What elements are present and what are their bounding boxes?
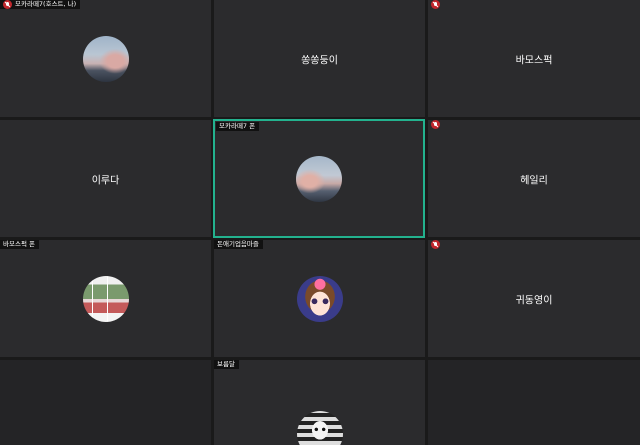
mic-muted-icon bbox=[431, 240, 440, 249]
mic-muted-icon bbox=[431, 120, 440, 129]
participant-display-name: 이루다 bbox=[91, 175, 120, 186]
participant-display-name: 귀동영이 bbox=[515, 295, 553, 306]
video-tile-active-speaker[interactable]: 모카라떼7 폰 bbox=[213, 119, 425, 238]
avatar bbox=[296, 275, 343, 322]
participant-display-name: 바모스퍽 bbox=[515, 55, 553, 66]
avatar bbox=[82, 275, 129, 322]
empty-grid-cell bbox=[428, 360, 640, 445]
video-tile-bamoseupeok[interactable]: 바모스퍽 bbox=[428, 0, 640, 117]
avatar bbox=[296, 411, 343, 445]
mic-muted-icon bbox=[431, 0, 440, 9]
participant-label bbox=[428, 240, 444, 249]
participant-label: 보름달 bbox=[214, 360, 239, 369]
participant-display-name: 쏭쏭둥이 bbox=[301, 55, 338, 66]
avatar bbox=[296, 155, 342, 202]
video-tile-boreumdal[interactable]: 보름달 bbox=[214, 360, 425, 445]
empty-grid-cell bbox=[0, 360, 211, 445]
video-tile-bamoseupeok-phone[interactable]: 바모스퍽 폰 bbox=[0, 240, 211, 357]
participant-name: 보름달 bbox=[217, 360, 235, 368]
video-tile-ssongssong[interactable]: 쏭쏭둥이 bbox=[214, 0, 425, 117]
participant-name: 모카라떼7(호스트, 나) bbox=[15, 0, 77, 8]
participant-label: 바모스퍽 폰 bbox=[0, 240, 39, 249]
video-tile-hayeli[interactable]: 헤일리 bbox=[428, 120, 640, 237]
participant-label: 모카라떼7(호스트, 나) bbox=[0, 0, 81, 9]
participant-label bbox=[428, 120, 444, 129]
participant-name: 돈애기업음마즐 bbox=[217, 240, 259, 248]
video-tile-gwidong[interactable]: 귀동영이 bbox=[428, 240, 640, 357]
avatar bbox=[82, 35, 129, 82]
video-tile-donegi[interactable]: 돈애기업음마즐 bbox=[214, 240, 425, 357]
participant-label: 돈애기업음마즐 bbox=[214, 240, 263, 249]
video-tile-ireuda[interactable]: 이루다 bbox=[0, 120, 211, 237]
participant-name: 모카라떼7 폰 bbox=[219, 122, 256, 130]
participant-label: 모카라떼7 폰 bbox=[216, 122, 260, 131]
video-tile-host[interactable]: 모카라떼7(호스트, 나) bbox=[0, 0, 211, 117]
participant-name: 바모스퍽 폰 bbox=[3, 240, 35, 248]
mic-muted-icon bbox=[3, 0, 12, 9]
participant-display-name: 헤일리 bbox=[520, 175, 548, 186]
participant-label bbox=[428, 0, 444, 9]
